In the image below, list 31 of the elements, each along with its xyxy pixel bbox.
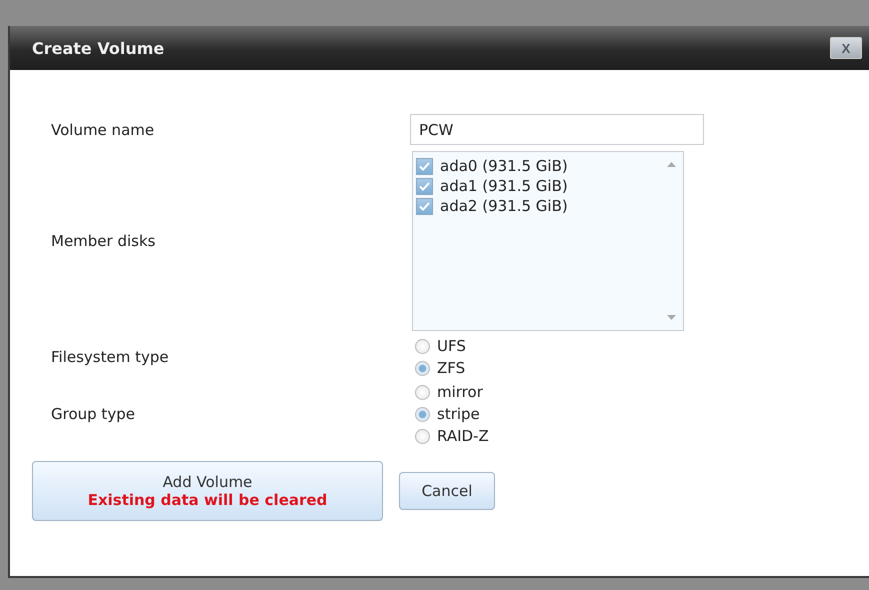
- checkbox[interactable]: [416, 178, 433, 194]
- field-label: Volume name: [51, 120, 156, 138]
- radio-button[interactable]: [415, 360, 430, 376]
- checkmark-icon: [419, 202, 430, 210]
- add-volume-button[interactable]: Add Volume Existing data will be cleared: [32, 461, 383, 521]
- checkmark-icon: [419, 182, 430, 190]
- scroll-down-icon[interactable]: [666, 315, 676, 320]
- volume-name-field[interactable]: PCW: [410, 114, 704, 145]
- disk-label: ada2 (931.5 GiB): [440, 197, 568, 215]
- field-label: Group type: [51, 405, 136, 423]
- radio-label: UFS: [437, 337, 466, 355]
- field-label: Filesystem type: [51, 348, 170, 366]
- disk-label: ada0 (931.5 GiB): [440, 157, 568, 175]
- radio-label: stripe: [437, 405, 480, 423]
- field-label: Member disks: [51, 232, 156, 250]
- checkbox[interactable]: [416, 198, 433, 214]
- radio-label: RAID-Z: [437, 427, 489, 445]
- radio-label: ZFS: [437, 359, 466, 377]
- disk-list[interactable]: ada0 (931.5 GiB) ada1 (931.5 GiB) ada2 (931.5 GiB): [412, 151, 684, 331]
- scroll-up-icon[interactable]: [666, 162, 676, 167]
- radio-button[interactable]: [415, 428, 430, 444]
- checkmark-icon: [419, 162, 430, 170]
- checkbox[interactable]: [416, 158, 433, 174]
- radio-button[interactable]: [415, 384, 430, 400]
- dialog-title: Create Volume: [32, 38, 164, 58]
- close-button[interactable]: X: [830, 37, 862, 59]
- disk-label: ada1 (931.5 GiB): [440, 177, 568, 195]
- radio-button[interactable]: [415, 338, 430, 354]
- radio-button[interactable]: [415, 406, 430, 422]
- cancel-button[interactable]: Cancel: [399, 472, 495, 510]
- radio-label: mirror: [437, 383, 483, 401]
